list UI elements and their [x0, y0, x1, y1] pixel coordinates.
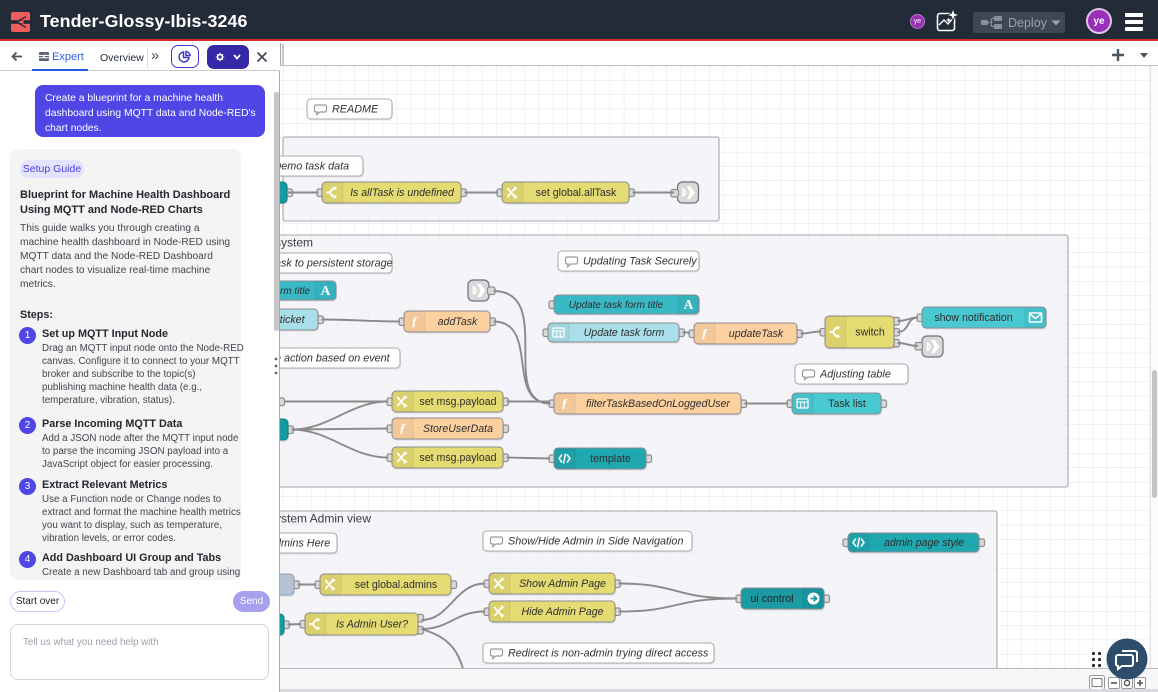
- svg-text:Update task form title: Update task form title: [569, 300, 664, 311]
- svg-text:Choose action based on event: Choose action based on event: [280, 353, 391, 365]
- svg-text:Adjusting table: Adjusting table: [819, 369, 891, 381]
- svg-text:Update task form: Update task form: [584, 327, 665, 339]
- svg-text:ƒ: ƒ: [701, 326, 708, 341]
- svg-text:README: README: [332, 104, 379, 116]
- svg-text:switch: switch: [855, 327, 885, 339]
- svg-text:Add Admins Here: Add Admins Here: [280, 538, 330, 550]
- svg-text:Is allTask is undefined: Is allTask is undefined: [350, 187, 455, 199]
- svg-text:ƒ: ƒ: [411, 314, 418, 329]
- svg-text:ƒ: ƒ: [561, 396, 568, 411]
- svg-text:Add ticket: Add ticket: [280, 314, 306, 326]
- svg-text:ƒ: ƒ: [399, 421, 406, 436]
- svg-text:ui control: ui control: [751, 593, 794, 605]
- svg-text:A: A: [321, 283, 331, 298]
- svg-text:Show/Hide Admin in Side Naviga: Show/Hide Admin in Side Navigation: [508, 536, 683, 548]
- svg-text:StoreUserData: StoreUserData: [423, 423, 493, 435]
- svg-text:Tasks management system Admin: Tasks management system Admin view: [280, 512, 371, 526]
- svg-text:Redirect is non-admin trying d: Redirect is non-admin trying direct acce…: [508, 648, 709, 660]
- svg-text:Is Admin User?: Is Admin User?: [336, 619, 408, 631]
- svg-text:Add task form title: Add task form title: [280, 286, 310, 297]
- svg-text:filterTaskBasedOnLoggedUser: filterTaskBasedOnLoggedUser: [586, 398, 730, 410]
- svg-text:set msg.payload: set msg.payload: [419, 396, 496, 408]
- svg-text:Show Admin Page: Show Admin Page: [519, 578, 606, 590]
- svg-text:Hide Admin Page: Hide Admin Page: [521, 606, 603, 618]
- svg-text:Task list: Task list: [828, 398, 866, 410]
- svg-text:Tasks management system: Tasks management system: [280, 236, 313, 250]
- svg-text:set global.allTask: set global.allTask: [536, 187, 617, 199]
- svg-text:set global.admins: set global.admins: [355, 579, 437, 591]
- svg-text:admin page style: admin page style: [884, 537, 964, 549]
- svg-text:addTask: addTask: [438, 316, 478, 328]
- svg-text:Updating Task Securely: Updating Task Securely: [583, 256, 697, 268]
- svg-text:Demo task data: Demo task data: [280, 161, 349, 173]
- svg-text:set msg.payload: set msg.payload: [419, 452, 496, 464]
- svg-text:Saving task to persistent stor: Saving task to persistent storage: [280, 258, 393, 270]
- svg-text:show notification: show notification: [934, 312, 1012, 324]
- svg-text:A: A: [684, 297, 694, 312]
- svg-text:template: template: [590, 453, 631, 465]
- svg-text:updateTask: updateTask: [729, 328, 784, 340]
